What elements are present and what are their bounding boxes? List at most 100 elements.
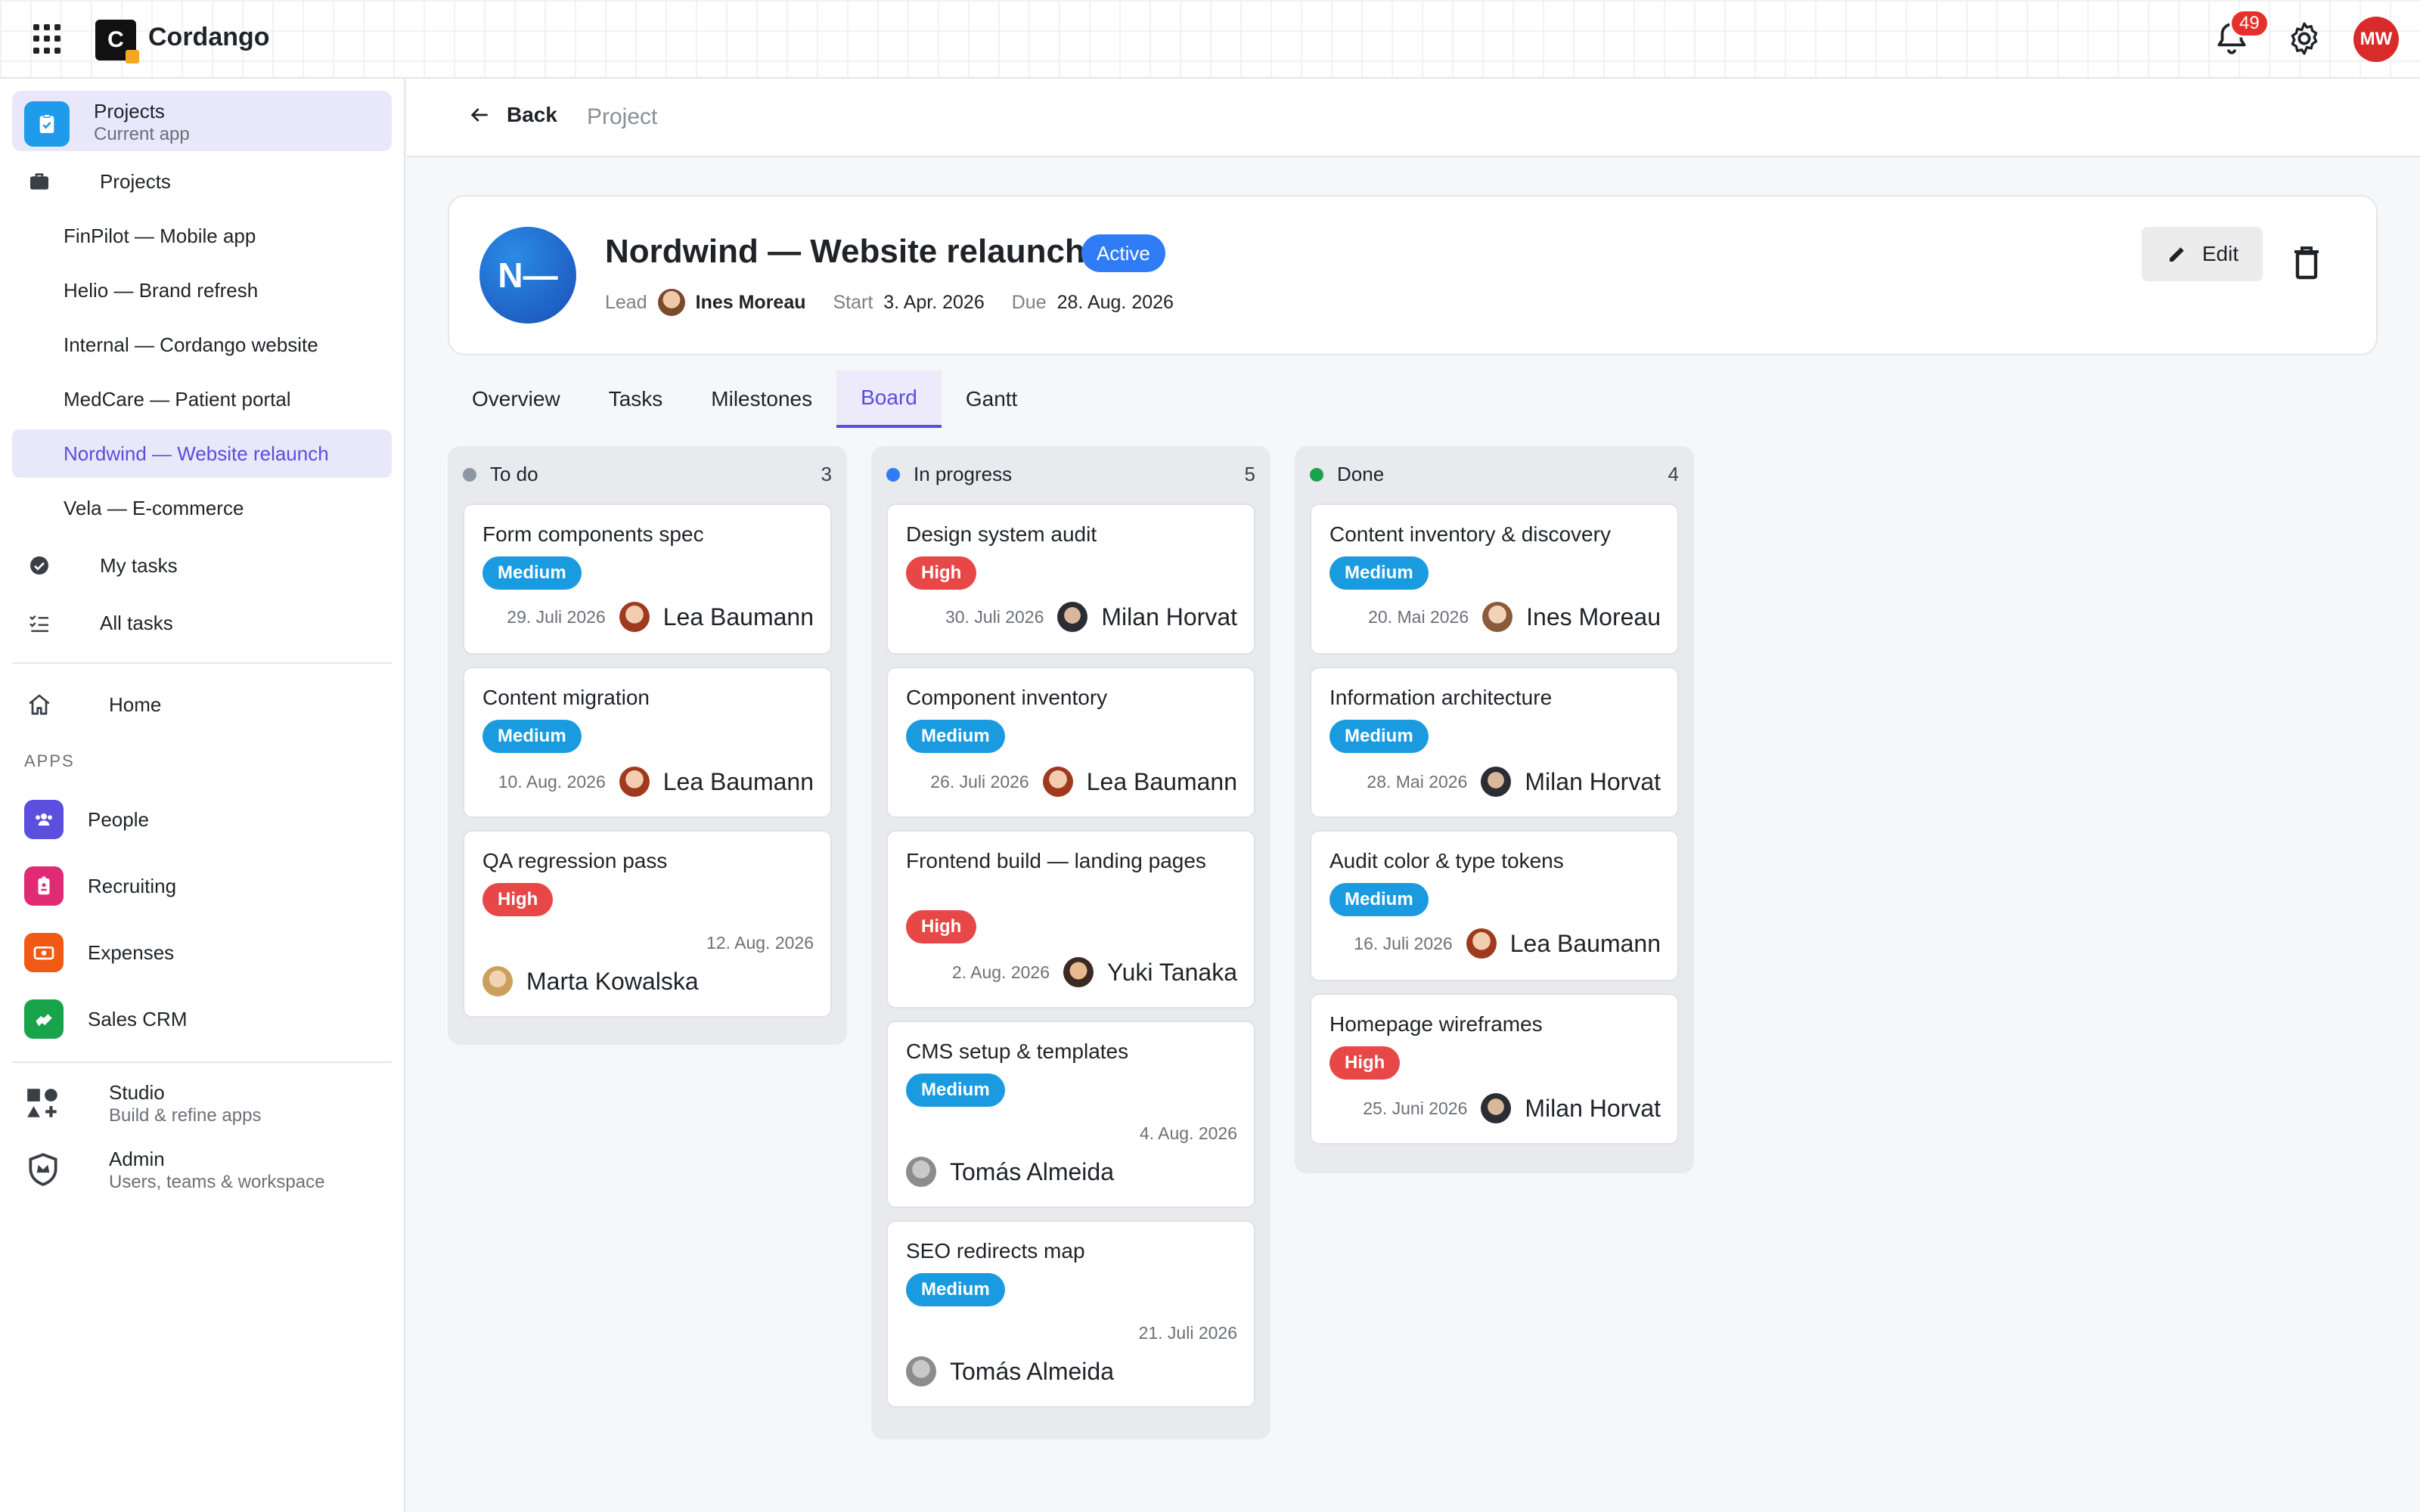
sidebar-app-sales-crm[interactable]: Sales CRM: [24, 998, 187, 1040]
status-dot: [463, 467, 476, 482]
due-date: 10. Aug. 2026: [498, 771, 606, 792]
assignee-avatar: [1482, 602, 1513, 632]
assignee-avatar: [1042, 767, 1073, 797]
start-label: Start: [833, 291, 873, 313]
assignee-avatar: [906, 1356, 936, 1387]
studio-subtitle: Build & refine apps: [109, 1105, 262, 1126]
tab-tasks[interactable]: Tasks: [585, 370, 687, 428]
tab-milestones[interactable]: Milestones: [687, 370, 836, 428]
assignee-name: Lea Baumann: [1086, 767, 1237, 795]
sidebar-app-people[interactable]: People: [24, 798, 149, 841]
due-label: Due: [1011, 291, 1047, 313]
due-date: 30. Juli 2026: [945, 606, 1044, 627]
brand-name: Cordango: [148, 23, 270, 51]
priority-badge: Medium: [482, 556, 582, 590]
task-card[interactable]: Form components spec Medium 29. Juli 202…: [463, 503, 832, 655]
task-card[interactable]: QA regression pass High 12. Aug. 2026 Ma…: [463, 830, 832, 1018]
task-title: Component inventory: [906, 686, 1108, 709]
sidebar-divider: [12, 662, 392, 664]
tab-board[interactable]: Board: [836, 370, 942, 428]
task-footer: Marta Kowalska: [482, 966, 699, 996]
sidebar-item-projects[interactable]: Projects: [12, 157, 392, 206]
task-card[interactable]: Design system audit High 30. Juli 2026 M…: [886, 503, 1255, 655]
task-title: Homepage wireframes: [1329, 1012, 1543, 1036]
notification-count-badge: 49: [2229, 9, 2270, 38]
current-app-switcher[interactable]: Projects Current app: [12, 91, 392, 151]
task-card[interactable]: Homepage wireframes High 25. Juni 2026 M…: [1310, 993, 1679, 1145]
tab-overview[interactable]: Overview: [448, 370, 585, 428]
sidebar-project-internal[interactable]: Internal — Cordango website: [12, 321, 392, 369]
task-card[interactable]: Information architecture Medium 28. Mai …: [1310, 667, 1679, 818]
assignee-avatar: [619, 767, 650, 797]
task-card[interactable]: Frontend build — landing pages High 2. A…: [886, 830, 1255, 1009]
sidebar-project-medcare[interactable]: MedCare — Patient portal: [12, 375, 392, 423]
due-date: 28. Mai 2026: [1367, 771, 1468, 792]
studio-title: Studio: [109, 1081, 165, 1104]
start-date: 3. Apr. 2026: [883, 291, 985, 313]
priority-badge: Medium: [906, 720, 1005, 753]
priority-badge: Medium: [906, 1074, 1005, 1107]
app-launcher-icon[interactable]: [33, 24, 64, 54]
priority-badge: Medium: [482, 720, 582, 753]
edit-label: Edit: [2201, 242, 2239, 265]
sidebar-divider: [12, 1061, 392, 1063]
sidebar-project-nordwind[interactable]: Nordwind — Website relaunch: [12, 429, 392, 478]
app-label: People: [88, 807, 149, 831]
task-card[interactable]: Content migration Medium 10. Aug. 2026 L…: [463, 667, 832, 818]
edit-button[interactable]: Edit: [2142, 227, 2263, 281]
priority-badge: High: [1329, 1046, 1401, 1080]
task-title: Content inventory & discovery: [1329, 522, 1611, 546]
assignee-name: Tomás Almeida: [950, 1357, 1114, 1385]
sidebar-project-vela[interactable]: Vela — E-commerce: [12, 484, 392, 532]
assignee-avatar: [1466, 928, 1497, 959]
task-card[interactable]: SEO redirects map Medium 21. Juli 2026 T…: [886, 1220, 1255, 1408]
sidebar-item-my-tasks[interactable]: My tasks: [12, 541, 392, 590]
gear-icon[interactable]: [2285, 20, 2323, 57]
task-footer: 30. Juli 2026 Milan Horvat: [945, 602, 1237, 632]
project-meta: Lead Ines Moreau Start 3. Apr. 2026 Due …: [605, 289, 1201, 316]
task-card[interactable]: CMS setup & templates Medium 4. Aug. 202…: [886, 1021, 1255, 1208]
cordango-logo[interactable]: C: [95, 20, 139, 64]
briefcase-icon: [26, 168, 53, 195]
due-date: 25. Juni 2026: [1363, 1098, 1468, 1118]
task-footer: 25. Juni 2026 Milan Horvat: [1363, 1093, 1661, 1123]
task-title: QA regression pass: [482, 849, 668, 872]
tab-gantt[interactable]: Gantt: [942, 370, 1041, 428]
task-footer: 20. Mai 2026 Ines Moreau: [1368, 602, 1661, 632]
task-title: SEO redirects map: [906, 1239, 1085, 1263]
task-footer: 10. Aug. 2026 Lea Baumann: [498, 767, 814, 797]
priority-badge: Medium: [906, 1273, 1005, 1306]
task-footer: Tomás Almeida: [906, 1157, 1114, 1187]
task-card[interactable]: Audit color & type tokens Medium 16. Jul…: [1310, 830, 1679, 981]
trash-icon[interactable]: [2291, 243, 2322, 281]
sidebar-item-home[interactable]: Home: [12, 680, 392, 729]
board-column-todo: To do 3 Form components spec Medium 29. …: [448, 446, 847, 1045]
assignee-avatar: [1057, 602, 1088, 632]
checklist-icon: [26, 609, 53, 637]
sidebar-item-all-tasks[interactable]: All tasks: [12, 599, 392, 647]
task-footer: 2. Aug. 2026 Yuki Tanaka: [952, 957, 1237, 987]
task-card[interactable]: Content inventory & discovery Medium 20.…: [1310, 503, 1679, 655]
user-avatar[interactable]: MW: [2353, 17, 2399, 62]
column-count: 4: [1668, 463, 1679, 485]
task-title: Frontend build — landing pages: [906, 849, 1206, 872]
column-title: In progress: [914, 463, 1013, 485]
sidebar-project-finpilot[interactable]: FinPilot — Mobile app: [12, 212, 392, 260]
board-column-in-progress: In progress 5 Design system audit High 3…: [871, 446, 1270, 1439]
sidebar: Projects Current app Projects FinPilot —…: [0, 79, 405, 1512]
breadcrumb: Back Project: [407, 79, 2420, 157]
priority-badge: Medium: [1329, 883, 1429, 916]
assignee-name: Lea Baumann: [662, 603, 814, 631]
sidebar-app-recruiting[interactable]: Recruiting: [24, 865, 176, 907]
task-card[interactable]: Component inventory Medium 26. Juli 2026…: [886, 667, 1255, 818]
back-button[interactable]: Back: [467, 103, 557, 127]
assignee-name: Yuki Tanaka: [1107, 958, 1237, 986]
app-label: Expenses: [88, 940, 175, 964]
sidebar-project-helio[interactable]: Helio — Brand refresh: [12, 266, 392, 314]
assignee-name: Tomás Almeida: [950, 1157, 1114, 1185]
project-avatar: N—: [479, 227, 576, 324]
lead-name[interactable]: Ines Moreau: [696, 292, 806, 314]
assignee-name: Lea Baumann: [1509, 929, 1661, 957]
assignee-name: Ines Moreau: [1526, 603, 1661, 631]
sidebar-app-expenses[interactable]: Expenses: [24, 931, 174, 974]
